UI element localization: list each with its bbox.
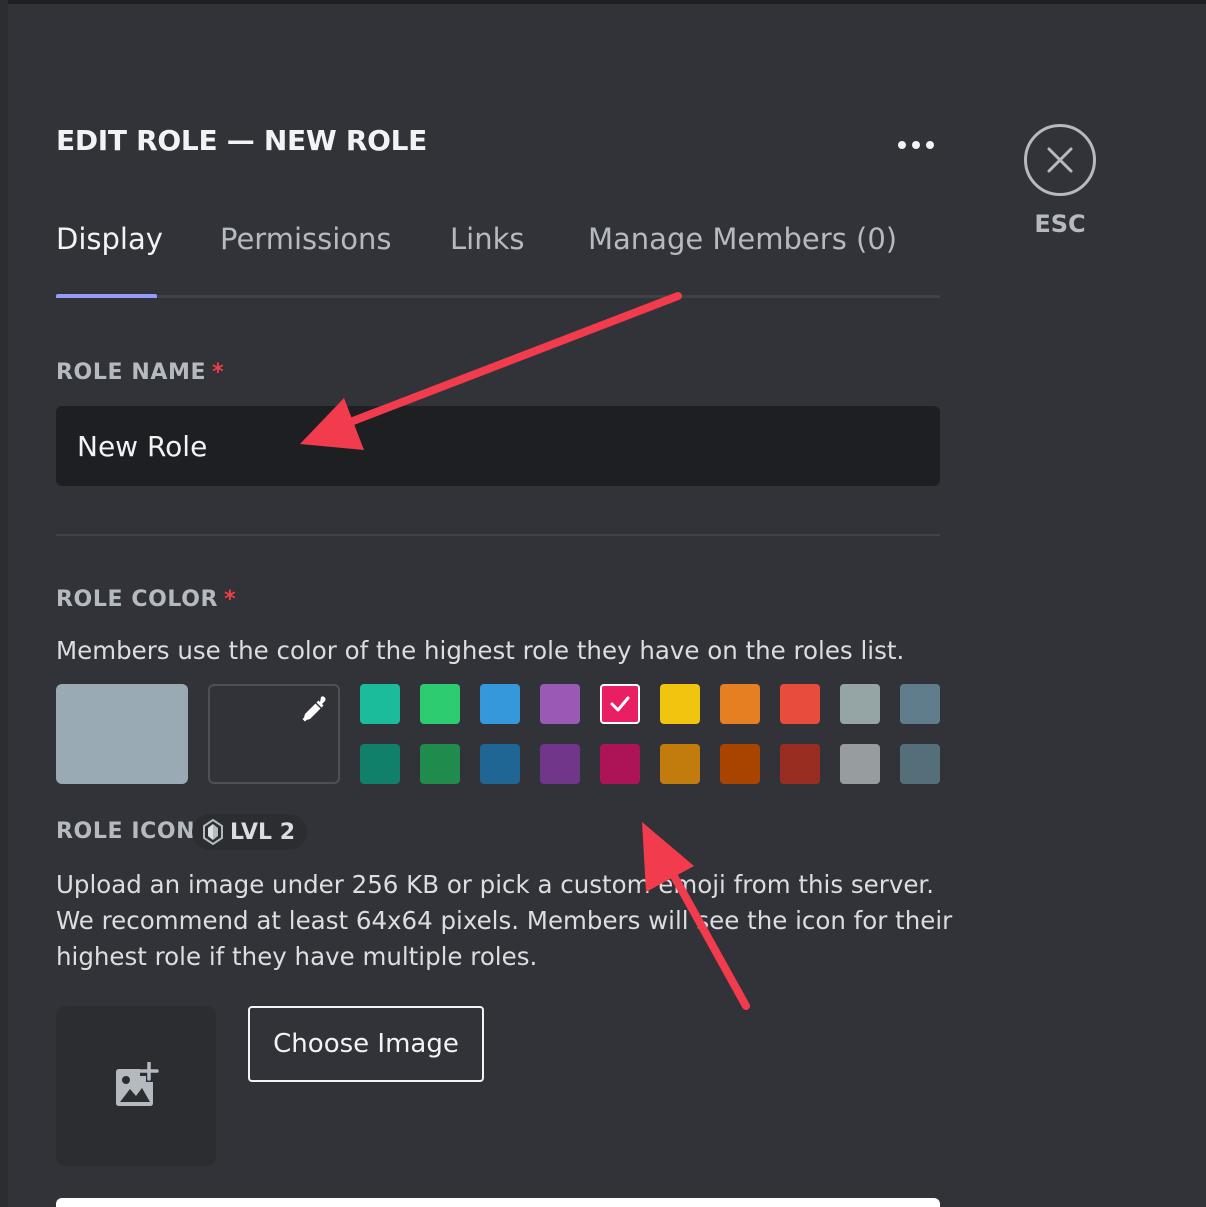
color-swatch[interactable]	[720, 744, 760, 784]
active-tab-indicator	[56, 294, 157, 298]
tab-display[interactable]: Display	[56, 222, 163, 296]
tab-manage-members[interactable]: Manage Members (0)	[588, 222, 897, 296]
required-mark: *	[224, 587, 237, 612]
role-icon-label: ROLE ICON	[56, 819, 196, 844]
role-icon-upload[interactable]	[56, 1006, 216, 1166]
close-control: ESC	[1022, 124, 1098, 238]
add-image-icon	[116, 1062, 159, 1106]
edit-role-page: EDIT ROLE — NEW ROLE ESC Display Permiss…	[0, 0, 1206, 1207]
color-swatch[interactable]	[720, 684, 760, 724]
color-swatch[interactable]	[900, 684, 940, 724]
required-mark: *	[212, 360, 225, 385]
role-name-label: ROLE NAME *	[56, 360, 224, 385]
role-name-label-text: ROLE NAME	[56, 360, 207, 385]
ellipsis-icon	[912, 141, 920, 149]
checkmark-icon	[610, 696, 630, 712]
color-swatch[interactable]	[900, 744, 940, 784]
ellipsis-icon	[926, 141, 934, 149]
tab-bar: Display Permissions Links Manage Members…	[56, 222, 940, 298]
next-section-edge	[56, 1198, 940, 1207]
choose-image-button[interactable]: Choose Image	[248, 1006, 484, 1082]
color-swatch[interactable]	[660, 744, 700, 784]
left-border	[0, 0, 8, 1207]
color-swatch[interactable]	[600, 744, 640, 784]
color-swatch-selected[interactable]	[600, 684, 640, 724]
tab-links[interactable]: Links	[450, 222, 525, 296]
color-swatch[interactable]	[360, 684, 400, 724]
custom-color-picker[interactable]	[208, 684, 340, 784]
color-palette	[360, 684, 940, 784]
default-color-swatch[interactable]	[56, 684, 188, 784]
color-swatch[interactable]	[540, 744, 580, 784]
color-swatch[interactable]	[780, 684, 820, 724]
role-icon-description: Upload an image under 256 KB or pick a c…	[56, 870, 953, 971]
role-color-label: ROLE COLOR *	[56, 587, 236, 612]
color-swatch[interactable]	[780, 744, 820, 784]
role-name-input[interactable]	[56, 406, 940, 486]
level-badge-label: LVL 2	[230, 819, 296, 845]
close-button[interactable]	[1024, 124, 1096, 196]
color-swatch[interactable]	[660, 684, 700, 724]
esc-label: ESC	[1034, 210, 1086, 238]
color-swatch[interactable]	[420, 744, 460, 784]
eyedropper-icon	[302, 696, 326, 722]
role-color-description: Members use the color of the highest rol…	[56, 636, 905, 665]
color-swatch[interactable]	[540, 684, 580, 724]
more-options-button[interactable]	[892, 131, 940, 159]
level-badge: LVL 2	[192, 814, 308, 850]
section-divider	[56, 534, 940, 536]
color-swatch[interactable]	[840, 744, 880, 784]
tab-permissions[interactable]: Permissions	[220, 222, 392, 296]
close-x-icon	[1047, 147, 1073, 173]
color-swatch[interactable]	[840, 684, 880, 724]
ellipsis-icon	[898, 141, 906, 149]
color-swatch[interactable]	[360, 744, 400, 784]
role-color-label-text: ROLE COLOR	[56, 587, 219, 612]
color-swatch[interactable]	[420, 684, 460, 724]
boost-gem-icon	[203, 819, 223, 845]
page-title: EDIT ROLE — NEW ROLE	[56, 124, 427, 157]
top-border	[0, 0, 1206, 4]
color-swatch[interactable]	[480, 744, 520, 784]
color-swatch[interactable]	[480, 684, 520, 724]
